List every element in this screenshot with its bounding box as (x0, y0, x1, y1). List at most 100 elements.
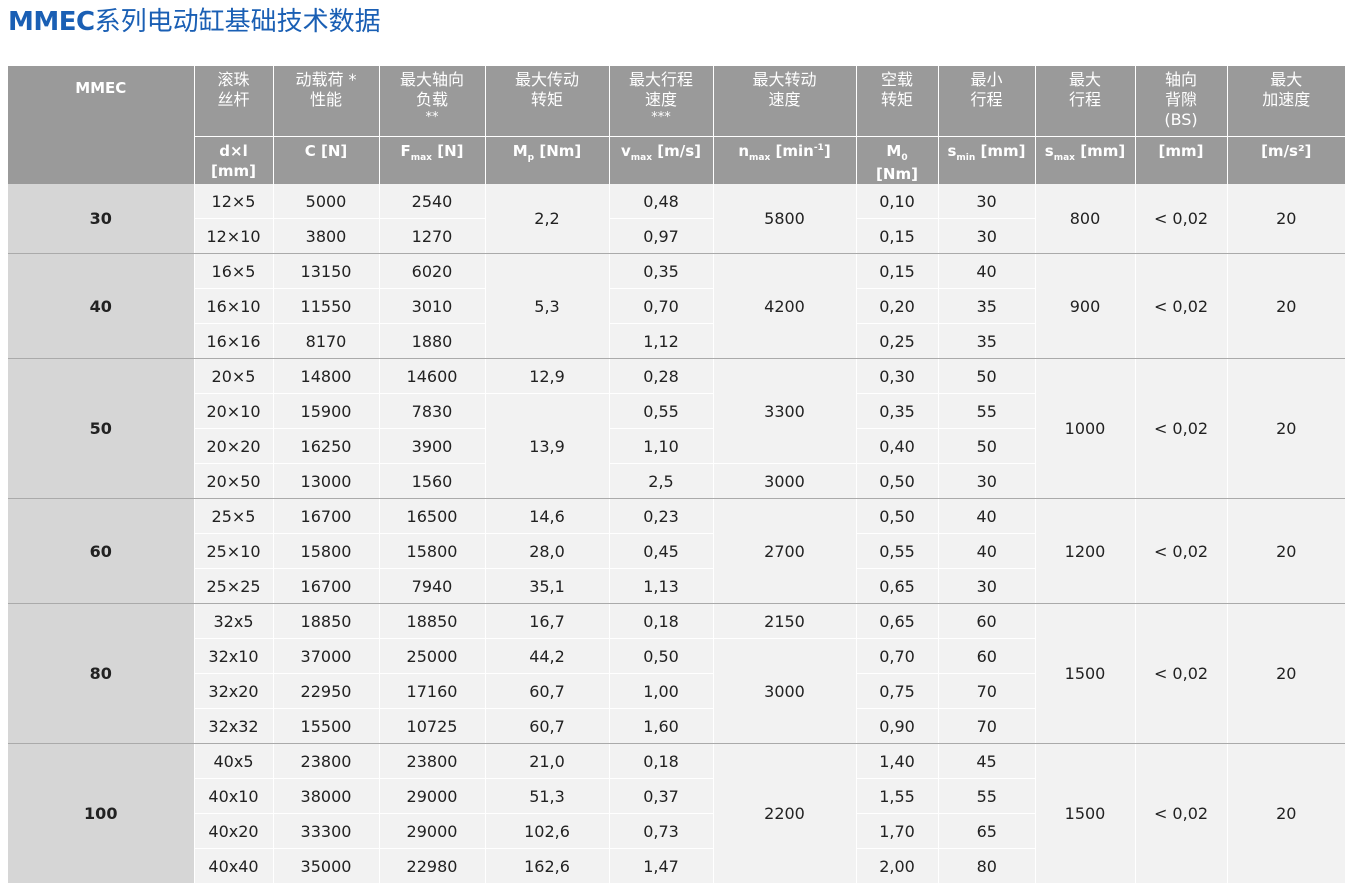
cell-mp: 35,1 (485, 568, 610, 604)
cell-c: 16700 (273, 568, 380, 604)
header-no-load-torque: 空载 转矩 (856, 66, 939, 136)
cell-vmax: 1,13 (609, 568, 714, 604)
cell-m0: 0,50 (856, 463, 939, 499)
cell-mp: 28,0 (485, 533, 610, 569)
cell-screw: 16×5 (194, 253, 274, 289)
size-80: 80 (8, 603, 195, 744)
cell-smin: 30 (938, 218, 1035, 254)
cell-c: 22950 (273, 673, 380, 709)
table-row: 60 25×5 16700 16500 14,6 0,23 2700 0,50 … (8, 498, 1345, 604)
table-row: 80 32x5 18850 18850 16,7 0,18 2150 0,65 … (8, 603, 1345, 744)
cell-vmax: 0,18 (609, 743, 714, 779)
cell-backlash: < 0,02 (1135, 253, 1228, 359)
table-row: 100 40x5 23800 23800 21,0 0,18 2200 1,40… (8, 743, 1345, 884)
cell-smin: 70 (938, 708, 1035, 744)
cell-smin: 30 (938, 463, 1035, 499)
cell-nmax: 3000 (713, 463, 857, 499)
size-100: 100 (8, 743, 195, 884)
cell-c: 13150 (273, 253, 380, 289)
title-brand: MMEC (8, 7, 95, 37)
cell-vmax: 1,00 (609, 673, 714, 709)
cell-fmax: 23800 (379, 743, 486, 779)
cell-screw: 40x20 (194, 813, 274, 849)
cell-m0: 0,15 (856, 253, 939, 289)
cell-m0: 0,90 (856, 708, 939, 744)
cell-smin: 45 (938, 743, 1036, 779)
cell-smin: 50 (938, 358, 1036, 394)
cell-fmax: 16500 (379, 498, 486, 534)
cell-fmax: 22980 (379, 848, 486, 884)
cell-smin: 50 (938, 428, 1035, 464)
cell-m0: 0,25 (856, 323, 939, 359)
header-max-accel: 最大 加速度 (1227, 66, 1345, 136)
cell-accel: 20 (1227, 603, 1345, 744)
cell-smin: 55 (938, 778, 1035, 814)
header-max-axial-load: 最大轴向 负载 ** (379, 66, 486, 136)
cell-screw: 12×10 (194, 218, 274, 254)
cell-smin: 30 (938, 568, 1035, 604)
header-max-stroke: 最大 行程 (1035, 66, 1136, 136)
cell-screw: 32x10 (194, 638, 274, 674)
cell-vmax: 0,45 (609, 533, 714, 569)
cell-smax: 1500 (1035, 603, 1136, 744)
cell-fmax: 6020 (379, 253, 486, 289)
cell-screw: 20×20 (194, 428, 274, 464)
cell-m0: 1,70 (856, 813, 939, 849)
cell-accel: 20 (1227, 253, 1345, 359)
size-50: 50 (8, 358, 195, 499)
cell-smax: 900 (1035, 253, 1136, 359)
cell-m0: 0,35 (856, 393, 939, 429)
cell-screw: 25×10 (194, 533, 274, 569)
header-max-speed: 最大行程 速度 *** (609, 66, 714, 136)
cell-vmax: 0,23 (609, 498, 714, 534)
cell-smin: 40 (938, 533, 1035, 569)
cell-vmax: 2,5 (609, 463, 714, 499)
cell-m0: 0,20 (856, 288, 939, 324)
cell-accel: 20 (1227, 184, 1345, 254)
cell-c: 8170 (273, 323, 380, 359)
cell-backlash: < 0,02 (1135, 184, 1228, 254)
cell-mp: 51,3 (485, 778, 610, 814)
cell-screw: 32x20 (194, 673, 274, 709)
cell-nmax: 3300 (713, 358, 857, 464)
cell-mp: 12,9 (485, 358, 610, 394)
cell-fmax: 3010 (379, 288, 486, 324)
cell-vmax: 0,70 (609, 288, 714, 324)
cell-mp: 44,2 (485, 638, 610, 674)
header-mmec: MMEC (8, 66, 195, 184)
cell-smax: 1500 (1035, 743, 1136, 884)
cell-accel: 20 (1227, 743, 1345, 884)
cell-fmax: 7940 (379, 568, 486, 604)
cell-c: 15800 (273, 533, 380, 569)
cell-vmax: 0,35 (609, 253, 714, 289)
cell-mp: 21,0 (485, 743, 610, 779)
unit-m0: M0 [Nm] (856, 135, 939, 184)
cell-nmax: 2150 (713, 603, 857, 639)
cell-smin: 35 (938, 323, 1035, 359)
cell-nmax: 5800 (713, 184, 857, 254)
header-row-names: MMEC 滚珠 丝杆 动载荷 * 性能 最大轴向 负载 ** 最大传动 转矩 最大行程 速度… (8, 66, 1345, 184)
title-text: 系列电动缸基础技术数据 (94, 7, 381, 37)
header-min-stroke: 最小 行程 (938, 66, 1036, 136)
cell-fmax: 18850 (379, 603, 486, 639)
cell-mp: 162,6 (485, 848, 610, 884)
cell-smax: 1200 (1035, 498, 1136, 604)
cell-smin: 55 (938, 393, 1035, 429)
cell-smax: 800 (1035, 184, 1136, 254)
cell-c: 13000 (273, 463, 380, 499)
cell-screw: 16×16 (194, 323, 274, 359)
header-row-units: d×l [mm] C [N] Fmax [N] Mp [Nm] vmax [m/s… (8, 135, 1345, 184)
cell-smin: 80 (938, 848, 1035, 884)
cell-screw: 16×10 (194, 288, 274, 324)
cell-nmax: 2700 (713, 498, 857, 604)
cell-smin: 30 (938, 184, 1036, 219)
unit-accel: [m/s²] (1227, 135, 1345, 184)
cell-backlash: < 0,02 (1135, 743, 1228, 884)
unit-nmax: nmax [min-1] (713, 135, 857, 184)
cell-fmax: 29000 (379, 813, 486, 849)
cell-nmax: 4200 (713, 253, 857, 359)
table-row: 40 16×5 13150 6020 5,3 0,35 4200 0,15 40… (8, 253, 1345, 359)
cell-fmax: 29000 (379, 778, 486, 814)
cell-fmax: 1880 (379, 323, 486, 359)
unit-smax: smax [mm] (1035, 135, 1136, 184)
